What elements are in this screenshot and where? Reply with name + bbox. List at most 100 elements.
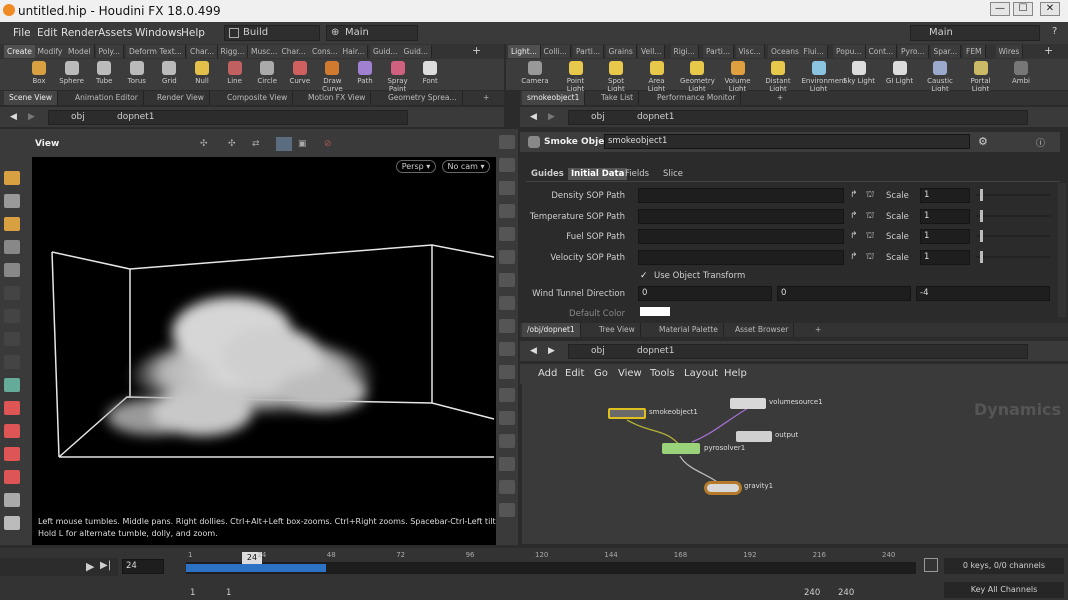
scale-field[interactable]: 1: [920, 229, 970, 244]
sop-path-field[interactable]: [638, 229, 844, 244]
wind-field[interactable]: 0: [638, 286, 772, 301]
desktop-selector[interactable]: Build: [224, 25, 320, 41]
end-icon[interactable]: ▶|: [100, 560, 111, 571]
shelf-tool[interactable]: Box: [22, 61, 56, 85]
shelf-tool[interactable]: Point Light: [559, 61, 593, 93]
scale-slider[interactable]: [976, 235, 1050, 237]
display-option-icon[interactable]: [499, 411, 515, 425]
sop-path-field[interactable]: [638, 208, 844, 224]
slider-handle[interactable]: [980, 209, 983, 222]
pane-tab[interactable]: Animation Editor: [70, 91, 144, 105]
display-option-icon[interactable]: [499, 480, 515, 494]
shelf-tab[interactable]: Poly...: [95, 45, 124, 58]
shelf-tab[interactable]: Wires: [995, 45, 1024, 58]
right-desktop-selector[interactable]: Main: [910, 25, 1040, 41]
slider-handle[interactable]: [980, 250, 983, 263]
scale-field[interactable]: 1: [920, 249, 970, 265]
shelf-tool[interactable]: Grid: [152, 61, 186, 85]
network-menu-item[interactable]: Layout: [684, 368, 718, 379]
tool-icon[interactable]: [4, 401, 20, 415]
sop-path-field[interactable]: [638, 249, 844, 265]
node-gravity1[interactable]: [704, 481, 742, 495]
display-option-icon[interactable]: [499, 204, 515, 218]
shelf-tab[interactable]: Hair...: [339, 45, 369, 58]
pane-tab[interactable]: Motion FX View: [303, 91, 372, 105]
tool-icon[interactable]: [4, 493, 20, 507]
shelf-tab[interactable]: Parti...: [703, 45, 735, 58]
shelf-tool[interactable]: Volume Light: [721, 61, 755, 93]
shelf-tab[interactable]: Parti...: [573, 45, 605, 58]
select-icon[interactable]: ⛫: [866, 190, 874, 201]
node-chooser-icon[interactable]: ↱: [850, 190, 858, 200]
display-option-icon[interactable]: [499, 273, 515, 287]
shelf-tab[interactable]: Cons...: [309, 45, 342, 58]
tool-icon[interactable]: [4, 263, 20, 277]
shelf-tool[interactable]: Spot Light: [599, 61, 633, 93]
pane-tab[interactable]: /obj/dopnet1: [522, 323, 581, 337]
frame-range-bar[interactable]: [186, 562, 916, 574]
shelf-tab[interactable]: Pyro...: [898, 45, 929, 58]
path-obj[interactable]: obj: [71, 112, 85, 122]
node-chooser-icon[interactable]: ↱: [850, 231, 858, 241]
shelf-tab[interactable]: Musc...: [248, 45, 282, 58]
scale-field[interactable]: 1: [920, 208, 970, 224]
path-field[interactable]: obj dopnet1: [568, 110, 1028, 125]
shelf-tool[interactable]: Null: [185, 61, 219, 85]
shelf-add-icon[interactable]: +: [472, 44, 481, 57]
range-start-2[interactable]: 1: [226, 588, 231, 598]
node-chooser-icon[interactable]: ↱: [850, 211, 858, 221]
shelf-tab[interactable]: FEM: [963, 45, 986, 58]
tool-icon[interactable]: [4, 286, 20, 300]
menu-render[interactable]: Render: [61, 27, 98, 39]
shelf-tool[interactable]: Path: [348, 61, 382, 85]
select-icon[interactable]: ⛫: [866, 252, 874, 263]
path-node[interactable]: dopnet1: [637, 346, 674, 356]
menu-assets[interactable]: Assets: [98, 27, 132, 39]
shelf-tab[interactable]: Rigi...: [670, 45, 699, 58]
pane-tab[interactable]: Take List: [596, 91, 640, 105]
shelf-tool[interactable]: Sky Light: [842, 61, 876, 85]
shelf-tool[interactable]: Font: [413, 61, 447, 85]
shelf-tool[interactable]: Area Light: [640, 61, 674, 93]
context-selector[interactable]: ⊕ Main: [326, 25, 418, 41]
shelf-tab[interactable]: Rigg...: [217, 45, 249, 58]
keys-icon[interactable]: [924, 558, 938, 572]
path-field[interactable]: obj dopnet1: [48, 110, 408, 125]
shelf-tab[interactable]: Vell...: [638, 45, 666, 58]
shelf-tool[interactable]: Environment Light: [802, 61, 846, 93]
viewer-tool-icon[interactable]: ⊘: [324, 139, 332, 149]
key-all-channels[interactable]: Key All Channels: [944, 582, 1064, 598]
play-icon[interactable]: ▶: [86, 560, 94, 573]
shelf-tool[interactable]: Curve: [283, 61, 317, 85]
network-menu-item[interactable]: Help: [724, 368, 747, 379]
shelf-tool[interactable]: Torus: [120, 61, 154, 85]
path-node[interactable]: dopnet1: [117, 112, 154, 122]
shelf-tool[interactable]: Circle: [250, 61, 284, 85]
back-arrow-icon[interactable]: ◀: [530, 110, 537, 124]
scale-slider[interactable]: [976, 214, 1050, 217]
forward-arrow-icon[interactable]: ▶: [28, 110, 35, 124]
tool-icon[interactable]: [4, 171, 20, 185]
viewer-tool-icon[interactable]: ⇄: [252, 139, 260, 149]
menu-windows[interactable]: Windows: [135, 27, 182, 39]
shelf-tab[interactable]: Visc...: [735, 45, 765, 58]
menu-file[interactable]: File: [13, 27, 31, 39]
shelf-tool[interactable]: Distant Light: [761, 61, 795, 93]
path-node[interactable]: dopnet1: [637, 112, 674, 122]
sop-path-field[interactable]: [638, 188, 844, 203]
display-option-icon[interactable]: [499, 158, 515, 172]
display-option-icon[interactable]: [499, 388, 515, 402]
param-subtab[interactable]: Guides: [528, 168, 567, 180]
network-menu-item[interactable]: View: [618, 368, 642, 379]
display-option-icon[interactable]: [499, 457, 515, 471]
tool-icon[interactable]: [4, 309, 20, 323]
shelf-tool[interactable]: Spray Paint: [381, 61, 415, 93]
shelf-tool[interactable]: Draw Curve: [315, 61, 349, 93]
display-option-icon[interactable]: [499, 227, 515, 241]
current-frame-field[interactable]: 24: [122, 559, 164, 574]
shelf-tab[interactable]: Flui...: [800, 45, 828, 58]
tool-icon[interactable]: [4, 240, 20, 254]
viewer-tool-icon[interactable]: ✣: [228, 139, 236, 149]
pane-tab[interactable]: Scene View: [4, 91, 59, 105]
back-arrow-icon[interactable]: ◀: [530, 344, 537, 358]
